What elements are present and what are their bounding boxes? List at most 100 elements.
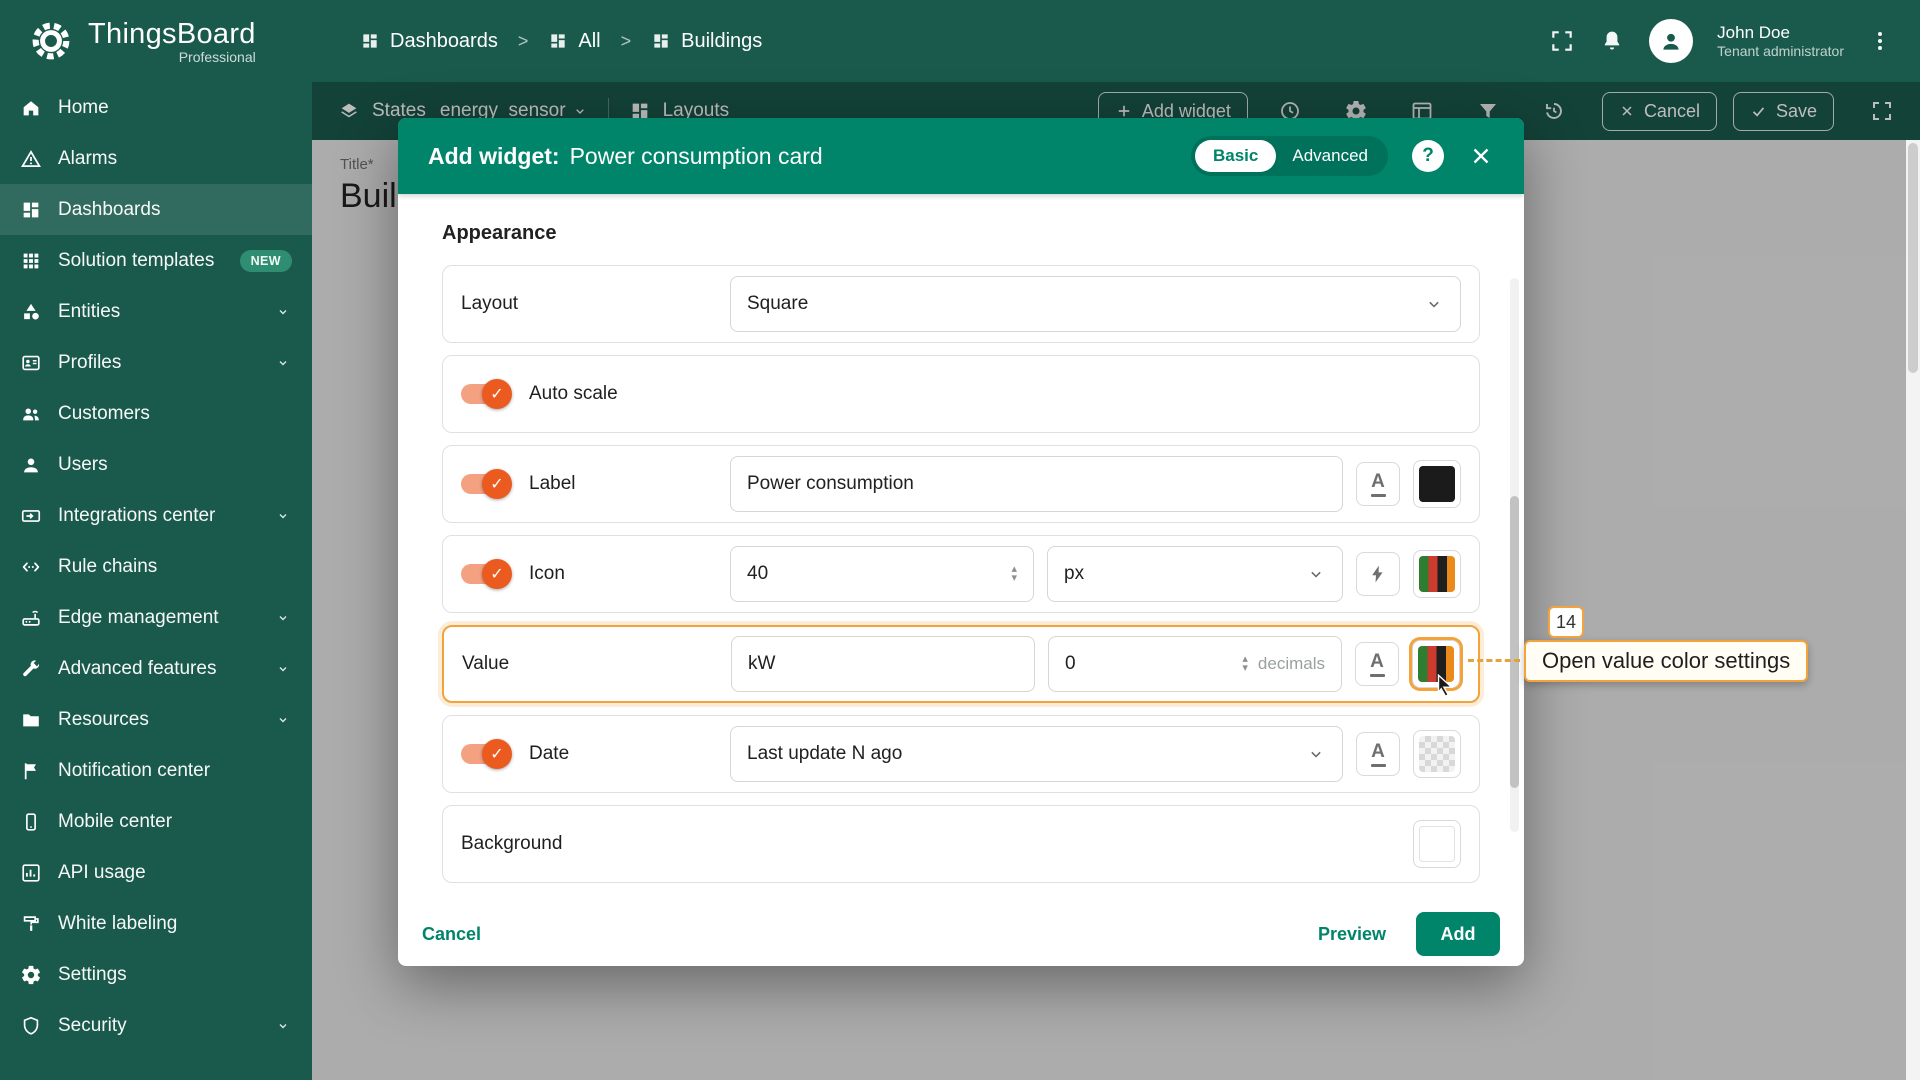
stepper-icon[interactable] xyxy=(1011,565,1017,583)
sidebar-item-api-usage[interactable]: API usage xyxy=(0,847,312,898)
sidebar-item-resources[interactable]: Resources xyxy=(0,694,312,745)
date-label: Date xyxy=(529,743,570,764)
dashboards-icon xyxy=(654,34,668,48)
stepper-icon[interactable] xyxy=(1242,655,1248,673)
chevron-down-icon xyxy=(274,354,292,372)
sidebar-item-security[interactable]: Security xyxy=(0,1000,312,1051)
app-header: ThingsBoard Professional Dashboards > Al… xyxy=(0,0,1920,82)
value-decimals-input[interactable]: 0 decimals xyxy=(1048,636,1342,692)
mode-basic-button[interactable]: Basic xyxy=(1195,140,1277,172)
sidebar-item-settings[interactable]: Settings xyxy=(0,949,312,1000)
label-text-input[interactable]: Power consumption xyxy=(730,456,1343,512)
breadcrumb-dashboards[interactable]: Dashboards xyxy=(360,30,498,53)
value-units-input[interactable]: kW xyxy=(731,636,1035,692)
layout-select[interactable]: Square xyxy=(730,276,1461,332)
fullscreen-icon[interactable] xyxy=(1549,28,1575,54)
sidebar-item-users[interactable]: Users xyxy=(0,439,312,490)
sidebar-item-rule-chains[interactable]: Rule chains xyxy=(0,541,312,592)
value-label: Value xyxy=(462,653,510,674)
annotation-step-badge: 14 xyxy=(1548,606,1585,638)
toggle-knob xyxy=(482,739,512,769)
sidebar-item-notification-center[interactable]: Notification center xyxy=(0,745,312,796)
label-font-settings-button[interactable] xyxy=(1356,462,1400,506)
sidebar-item-home[interactable]: Home xyxy=(0,82,312,133)
font-settings-icon xyxy=(1371,472,1386,497)
icon-unit-select[interactable]: px xyxy=(1047,546,1343,602)
sidebar-item-label: Users xyxy=(58,453,108,475)
icon-picker-button[interactable] xyxy=(1356,552,1400,596)
bell-icon[interactable] xyxy=(1599,28,1625,54)
close-icon xyxy=(1473,148,1489,164)
icon-size-input[interactable]: 40 xyxy=(730,546,1034,602)
mode-advanced-button[interactable]: Advanced xyxy=(1276,140,1384,172)
sidebar-item-integrations-center[interactable]: Integrations center xyxy=(0,490,312,541)
background-color-button[interactable] xyxy=(1413,820,1461,868)
value-row: Value kW 0 decimals xyxy=(442,625,1480,703)
dialog-scrollbar-thumb[interactable] xyxy=(1510,496,1519,788)
date-toggle[interactable] xyxy=(461,739,512,769)
dialog-cancel-button[interactable]: Cancel xyxy=(422,924,481,945)
home-icon xyxy=(20,97,42,119)
date-format-select[interactable]: Last update N ago xyxy=(730,726,1343,782)
label-color-button[interactable] xyxy=(1413,460,1461,508)
breadcrumb-label: Dashboards xyxy=(390,29,498,52)
dialog-add-button[interactable]: Add xyxy=(1416,912,1500,956)
color-swatch xyxy=(1419,736,1455,772)
breadcrumb-separator: > xyxy=(517,30,529,51)
value-font-settings-button[interactable] xyxy=(1355,642,1399,686)
date-row: Date Last update N ago xyxy=(442,715,1480,793)
auto-scale-row: Auto scale xyxy=(442,355,1480,433)
dialog-scrollbar[interactable] xyxy=(1510,278,1519,832)
brand[interactable]: ThingsBoard Professional xyxy=(0,18,312,65)
icon-row: Icon 40 px xyxy=(442,535,1480,613)
sidebar: Home Alarms Dashboards Solution template… xyxy=(0,82,312,1080)
date-color-button[interactable] xyxy=(1413,730,1461,778)
dialog-header: Add widget: Power consumption card Basic… xyxy=(398,118,1524,194)
sidebar-item-edge-management[interactable]: Edge management xyxy=(0,592,312,643)
dialog-title-prefix: Add widget: xyxy=(428,142,560,169)
auto-scale-toggle[interactable] xyxy=(461,379,512,409)
avatar[interactable] xyxy=(1649,19,1694,63)
icon-unit-value: px xyxy=(1064,563,1085,584)
users-icon xyxy=(20,454,42,476)
page-scrollbar-thumb[interactable] xyxy=(1908,143,1918,373)
chevron-down-icon xyxy=(274,660,292,678)
icon-color-button[interactable] xyxy=(1413,550,1461,598)
add-widget-dialog: Add widget: Power consumption card Basic… xyxy=(398,118,1524,966)
sidebar-item-white-labeling[interactable]: White labeling xyxy=(0,898,312,949)
label-toggle[interactable] xyxy=(461,469,512,499)
chevron-down-icon xyxy=(274,1017,292,1035)
value-units-value: kW xyxy=(748,653,776,674)
edge-icon xyxy=(20,607,42,629)
background-label: Background xyxy=(461,833,563,854)
dashboards-icon xyxy=(363,34,377,48)
settings-icon xyxy=(20,964,42,986)
breadcrumb-buildings[interactable]: Buildings xyxy=(651,30,762,53)
icon-size-value: 40 xyxy=(747,563,769,584)
breadcrumb-all[interactable]: All xyxy=(548,30,601,53)
sidebar-item-solution-templates[interactable]: Solution templates NEW xyxy=(0,235,312,286)
sidebar-item-advanced-features[interactable]: Advanced features xyxy=(0,643,312,694)
header-actions: John Doe Tenant administrator xyxy=(1549,19,1920,63)
date-font-settings-button[interactable] xyxy=(1356,732,1400,776)
page-scrollbar[interactable] xyxy=(1906,140,1920,1080)
dialog-title: Power consumption card xyxy=(569,142,823,169)
close-dialog-button[interactable] xyxy=(1468,143,1494,169)
kebab-icon[interactable] xyxy=(1868,29,1892,53)
alarms-icon xyxy=(20,148,42,170)
sidebar-item-label: Settings xyxy=(58,963,127,985)
help-button[interactable] xyxy=(1412,140,1444,172)
sidebar-item-customers[interactable]: Customers xyxy=(0,388,312,439)
auto-scale-label: Auto scale xyxy=(529,383,618,404)
sidebar-item-entities[interactable]: Entities xyxy=(0,286,312,337)
rule-chains-icon xyxy=(20,556,42,578)
sidebar-item-dashboards[interactable]: Dashboards xyxy=(0,184,312,235)
date-format-value: Last update N ago xyxy=(747,743,903,764)
dialog-preview-button[interactable]: Preview xyxy=(1318,924,1386,945)
sidebar-item-profiles[interactable]: Profiles xyxy=(0,337,312,388)
sidebar-item-label: Profiles xyxy=(58,351,122,373)
icon-toggle[interactable] xyxy=(461,559,512,589)
chevron-down-icon xyxy=(1306,744,1326,764)
sidebar-item-alarms[interactable]: Alarms xyxy=(0,133,312,184)
sidebar-item-mobile-center[interactable]: Mobile center xyxy=(0,796,312,847)
